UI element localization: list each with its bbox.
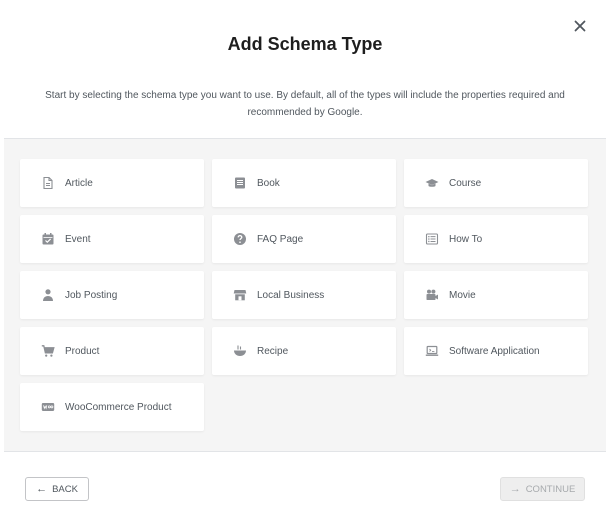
- schema-type-label: WooCommerce Product: [65, 401, 172, 413]
- schema-type-product[interactable]: Product: [20, 327, 204, 375]
- schema-type-woocommerce-product[interactable]: WooCommerce Product: [20, 383, 204, 431]
- schema-type-book[interactable]: Book: [212, 159, 396, 207]
- video-camera-icon: [425, 288, 439, 302]
- person-icon: [41, 288, 55, 302]
- schema-type-label: How To: [449, 233, 483, 245]
- schema-type-job-posting[interactable]: Job Posting: [20, 271, 204, 319]
- list-icon: [425, 232, 439, 246]
- schema-type-panel: Article Book Course Event FAQ Page How T…: [4, 138, 606, 452]
- schema-type-label: Article: [65, 177, 93, 189]
- schema-type-how-to[interactable]: How To: [404, 215, 588, 263]
- back-button[interactable]: ← BACK: [25, 477, 89, 501]
- schema-type-label: Software Application: [449, 345, 540, 357]
- schema-type-course[interactable]: Course: [404, 159, 588, 207]
- arrow-left-icon: ←: [36, 483, 48, 495]
- calendar-check-icon: [41, 232, 55, 246]
- continue-button-label: CONTINUE: [525, 483, 576, 495]
- schema-type-event[interactable]: Event: [20, 215, 204, 263]
- add-schema-modal: Add Schema Type Start by selecting the s…: [0, 0, 610, 528]
- schema-type-label: Recipe: [257, 345, 289, 357]
- schema-type-faq-page[interactable]: FAQ Page: [212, 215, 396, 263]
- schema-type-label: Movie: [449, 289, 476, 301]
- arrow-right-icon: →: [509, 483, 521, 495]
- schema-type-article[interactable]: Article: [20, 159, 204, 207]
- modal-header: Add Schema Type Start by selecting the s…: [0, 0, 610, 121]
- laptop-icon: [425, 344, 439, 358]
- store-icon: [233, 288, 247, 302]
- bowl-icon: [233, 344, 247, 358]
- schema-type-label: Course: [449, 177, 482, 189]
- schema-type-label: Book: [257, 177, 280, 189]
- schema-type-grid: Article Book Course Event FAQ Page How T…: [20, 159, 588, 431]
- back-button-label: BACK: [52, 483, 78, 495]
- schema-type-label: Product: [65, 345, 100, 357]
- schema-type-label: Job Posting: [65, 289, 118, 301]
- schema-type-label: Event: [65, 233, 91, 245]
- schema-type-label: FAQ Page: [257, 233, 304, 245]
- close-icon[interactable]: [572, 18, 588, 34]
- schema-type-local-business[interactable]: Local Business: [212, 271, 396, 319]
- modal-title: Add Schema Type: [227, 34, 383, 54]
- document-icon: [41, 176, 55, 190]
- modal-footer: ← BACK → CONTINUE: [0, 452, 610, 528]
- modal-subtitle: Start by selecting the schema type you w…: [45, 90, 565, 118]
- book-icon: [233, 176, 247, 190]
- schema-type-label: Local Business: [257, 289, 325, 301]
- schema-type-movie[interactable]: Movie: [404, 271, 588, 319]
- question-circle-icon: [233, 232, 247, 246]
- continue-button[interactable]: → CONTINUE: [500, 477, 585, 501]
- schema-type-software-application[interactable]: Software Application: [404, 327, 588, 375]
- graduation-cap-icon: [425, 176, 439, 190]
- schema-type-recipe[interactable]: Recipe: [212, 327, 396, 375]
- woo-icon: [41, 400, 55, 414]
- cart-icon: [41, 344, 55, 358]
